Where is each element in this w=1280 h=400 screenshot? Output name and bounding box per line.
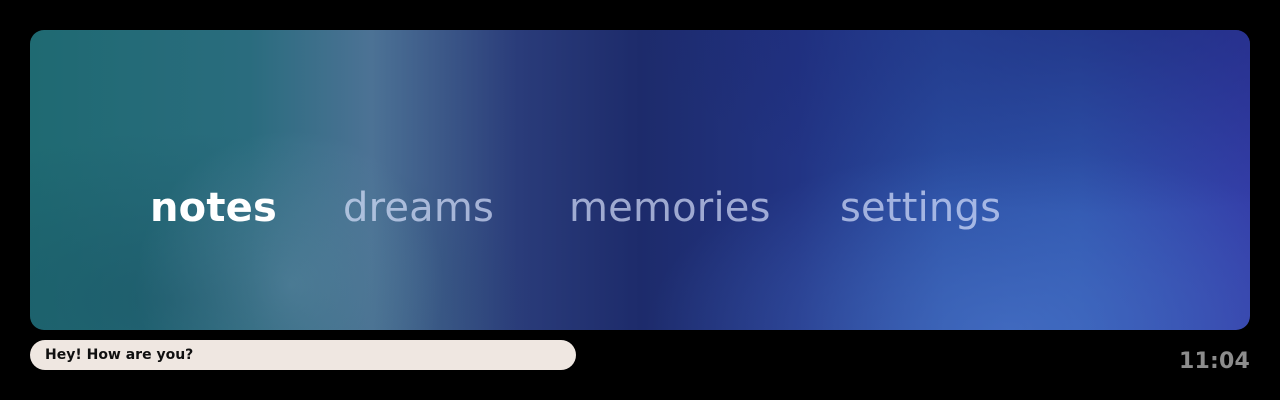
nav-item-settings[interactable]: settings: [840, 188, 1001, 228]
message-text: Hey! How are you?: [45, 347, 194, 363]
message-bubble: Hey! How are you?: [30, 340, 576, 370]
nav-item-memories[interactable]: memories: [569, 188, 771, 228]
main-navigation: notes dreams memories settings: [30, 30, 1250, 330]
nav-item-notes[interactable]: notes: [150, 188, 277, 228]
clock-time: 11:04: [1178, 349, 1250, 374]
nav-item-dreams[interactable]: dreams: [343, 188, 494, 228]
nav-panel: notes dreams memories settings: [30, 30, 1250, 330]
